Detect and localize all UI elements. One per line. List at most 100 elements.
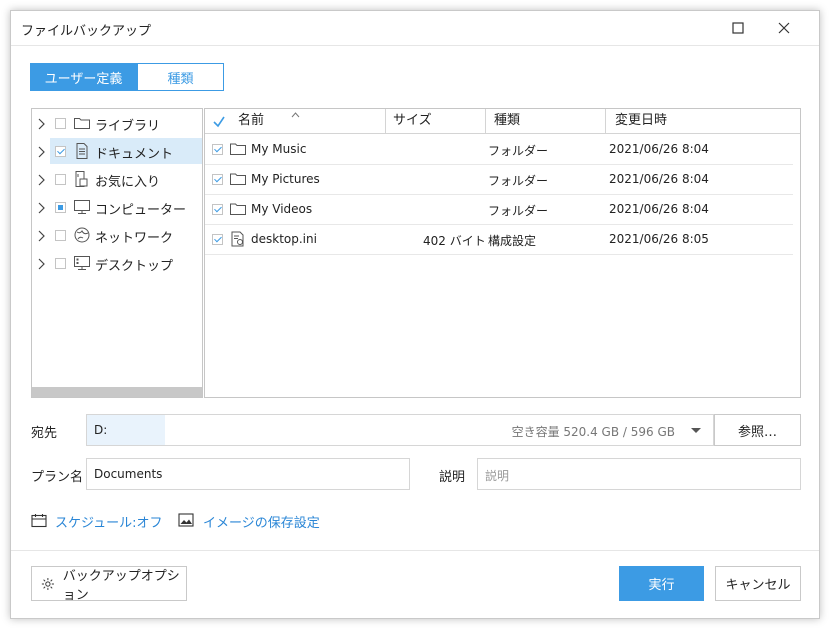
desktop-icon [74,256,90,270]
tree-checkbox[interactable] [55,146,66,157]
file-modified: 2021/06/26 8:05 [609,232,709,246]
file-type: フォルダー [488,174,549,188]
gear-icon [41,577,54,590]
footer-separator [11,550,819,551]
tree-item-label: ドキュメント [95,147,174,162]
tree-item-label: お気に入り [95,175,161,190]
file-size: 402 バイト [423,234,486,248]
file-type: 構成設定 [488,234,537,248]
destination-value: D: [94,423,108,437]
plan-name-label: プラン名 [31,470,84,485]
select-all-checkbox[interactable] [212,115,226,129]
tree-item-network[interactable]: ネットワーク [32,221,202,249]
column-header-name[interactable]: 名前 [238,109,264,133]
destination-label: 宛先 [31,426,58,441]
table-row[interactable]: My Videos フォルダー 2021/06/26 8:04 [205,194,793,225]
column-header-type[interactable]: 種類 [494,109,520,133]
list-header: 名前 サイズ 種類 変更日時 [205,109,800,134]
file-name: desktop.ini [251,232,317,246]
maximize-icon [732,22,744,34]
folder-icon [74,118,90,129]
source-tree: ライブラリ ドキュメント お気に入り コンピューター ネットワーク デスクトップ [31,108,203,398]
row-checkbox[interactable] [212,174,223,185]
plan-name-field[interactable]: Documents [86,458,410,490]
file-name: My Pictures [251,172,320,186]
chevron-right-icon[interactable] [37,258,45,270]
file-modified: 2021/06/26 8:04 [609,142,709,156]
folder-icon [230,143,246,155]
run-button[interactable]: 実行 [619,566,704,601]
description-placeholder: 説明 [485,469,510,483]
image-icon[interactable] [178,513,194,527]
backup-options-button[interactable]: バックアップオプション [31,566,187,603]
column-divider[interactable] [385,109,386,133]
cancel-button[interactable]: キャンセル [715,566,801,601]
tree-checkbox[interactable] [55,230,66,241]
chevron-right-icon[interactable] [37,118,45,130]
close-button[interactable] [761,11,807,45]
tree-checkbox[interactable] [55,118,66,129]
row-checkbox[interactable] [212,144,223,155]
file-modified: 2021/06/26 8:04 [609,172,709,186]
horizontal-scrollbar[interactable] [32,387,202,397]
column-header-size[interactable]: サイズ [393,109,432,133]
tree-item-library[interactable]: ライブラリ [32,109,202,137]
tree-item-favorites[interactable]: お気に入り [32,165,202,193]
file-name: My Videos [251,202,313,216]
free-space-text: 空き容量 520.4 GB / 596 GB [511,425,675,439]
close-icon [778,22,790,34]
table-row[interactable]: desktop.ini 402 バイト 構成設定 2021/06/26 8:05 [205,224,793,255]
tree-checkbox[interactable] [55,202,66,213]
tree-item-desktop[interactable]: デスクトップ [32,249,202,277]
title-separator [11,45,819,46]
title-bar: ファイルバックアップ [11,11,819,45]
file-list: 名前 サイズ 種類 変更日時 My Music フォルダー 2021/06/26… [204,108,801,398]
column-divider[interactable] [485,109,486,133]
tab-type[interactable]: 種類 [137,63,224,91]
tree-item-documents[interactable]: ドキュメント [32,137,202,165]
chevron-right-icon[interactable] [37,202,45,214]
chevron-right-icon[interactable] [37,174,45,186]
description-field[interactable]: 説明 [477,458,801,490]
chevron-right-icon[interactable] [37,230,45,242]
row-checkbox[interactable] [212,234,223,245]
tree-item-label: ライブラリ [95,119,161,134]
folder-icon [230,203,246,215]
file-name: My Music [251,142,307,156]
plan-name-value: Documents [94,467,163,481]
network-icon [74,227,90,243]
tree-checkbox[interactable] [55,258,66,269]
description-label: 説明 [439,470,466,485]
browse-button[interactable]: 参照… [714,414,801,446]
column-divider[interactable] [605,109,606,133]
maximize-button[interactable] [715,11,761,45]
computer-icon [74,200,90,214]
schedule-link[interactable]: スケジュール:オフ [55,512,162,531]
tree-checkbox[interactable] [55,174,66,185]
favorites-icon [75,171,88,187]
file-type: フォルダー [488,204,549,218]
chevron-right-icon[interactable] [37,146,45,158]
table-row[interactable]: My Pictures フォルダー 2021/06/26 8:04 [205,164,793,195]
image-settings-link[interactable]: イメージの保存設定 [203,512,320,531]
dialog-title: ファイルバックアップ [21,24,152,39]
table-row[interactable]: My Music フォルダー 2021/06/26 8:04 [205,134,793,165]
backup-options-label: バックアップオプション [62,568,180,603]
tree-item-label: デスクトップ [95,259,174,274]
settings-file-icon [231,231,244,247]
destination-select[interactable]: D: 空き容量 520.4 GB / 596 GB [86,414,714,446]
row-checkbox[interactable] [212,204,223,215]
file-type: フォルダー [488,144,549,158]
tree-item-label: コンピューター [95,203,187,218]
column-header-modified[interactable]: 変更日時 [615,109,667,133]
tree-item-computer[interactable]: コンピューター [32,193,202,221]
sort-ascending-icon [291,112,300,118]
calendar-icon[interactable] [31,513,47,528]
tab-user-defined[interactable]: ユーザー定義 [30,63,137,91]
document-icon [76,143,88,159]
file-modified: 2021/06/26 8:04 [609,202,709,216]
tree-item-label: ネットワーク [95,231,174,246]
chevron-down-icon[interactable] [691,428,701,433]
file-backup-dialog: ファイルバックアップ ユーザー定義 種類 ライブラリ ドキュメント お気に入り … [10,10,820,619]
folder-icon [230,173,246,185]
